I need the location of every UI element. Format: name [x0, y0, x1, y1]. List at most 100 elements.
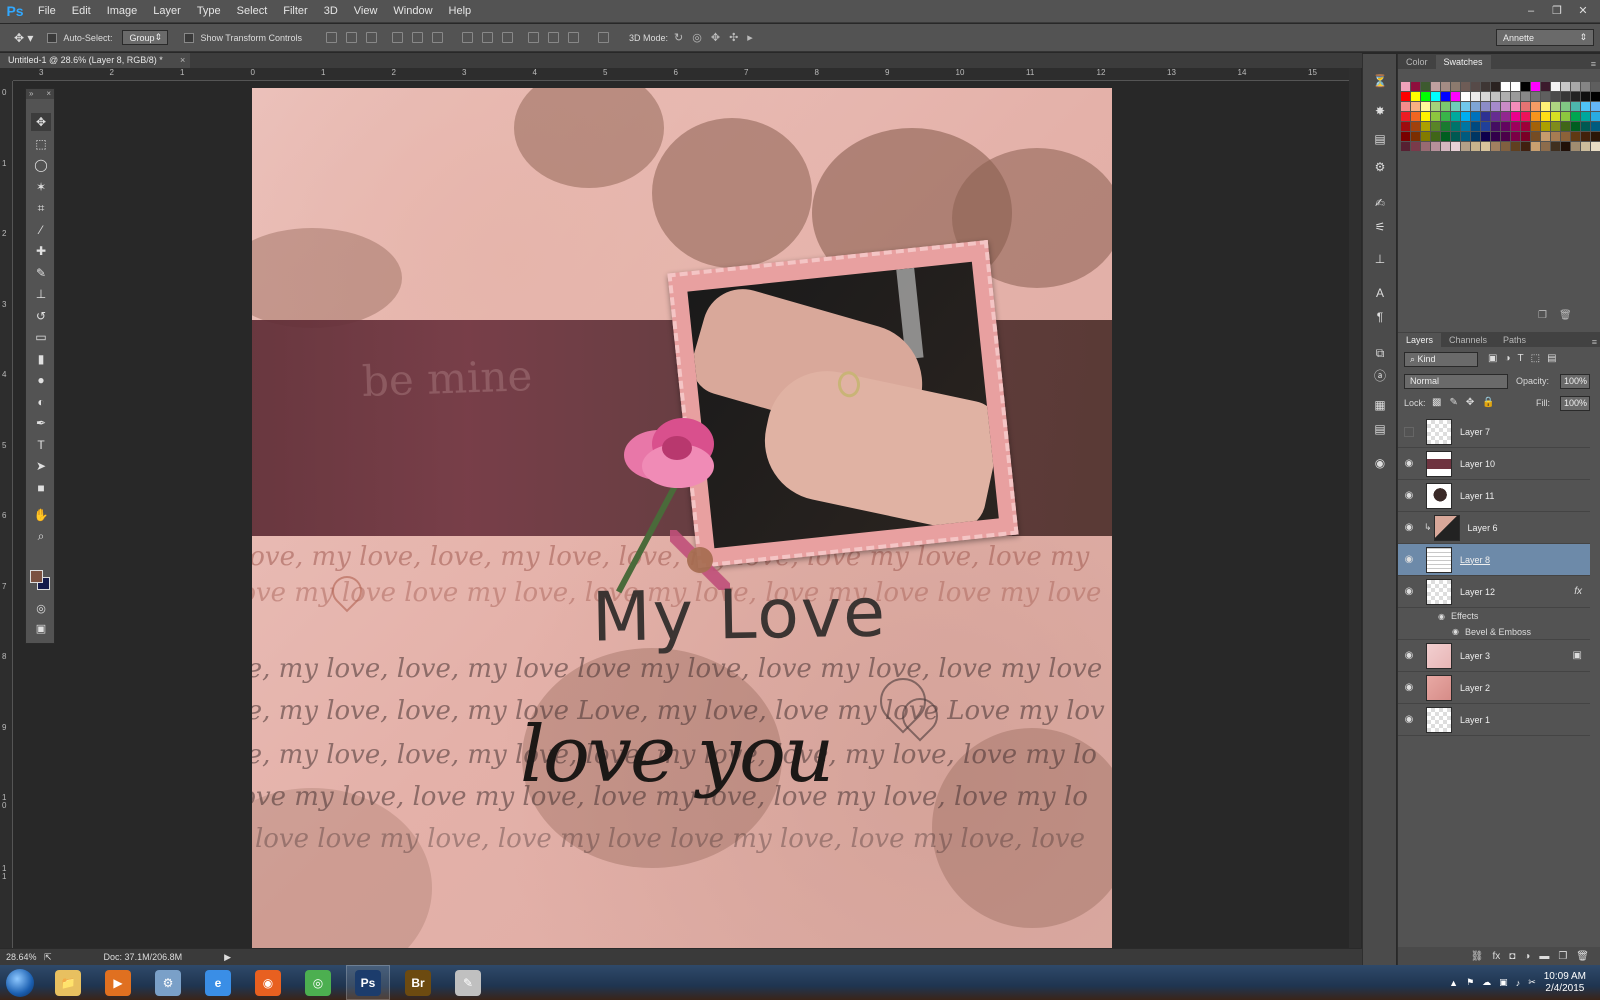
zoom-level[interactable]: 28.64% [0, 952, 40, 962]
color-swatch[interactable] [1471, 142, 1480, 151]
color-swatch[interactable] [1551, 102, 1560, 111]
delete-layer-icon[interactable]: 🗑 [1576, 951, 1589, 962]
add-mask-icon[interactable]: ◘ [1509, 951, 1515, 962]
color-swatch[interactable] [1581, 142, 1590, 151]
color-swatch[interactable] [1401, 102, 1410, 111]
menu-layer[interactable]: Layer [145, 0, 189, 23]
color-swatch[interactable] [1541, 112, 1550, 121]
cloud-icon[interactable]: ☁ [1482, 977, 1491, 988]
lock-all-icon[interactable]: 🔒 [1482, 397, 1494, 408]
path-selection-tool[interactable]: ➤ [31, 457, 51, 475]
document-tab[interactable]: Untitled-1 @ 28.6% (Layer 8, RGB/8) * × [0, 53, 190, 68]
layer-effects-row[interactable]: ◉ Effects [1398, 608, 1590, 624]
color-swatch[interactable] [1511, 132, 1520, 141]
visibility-eye-icon[interactable]: ◉ [1398, 714, 1420, 725]
color-swatch[interactable] [1531, 112, 1540, 121]
align-top-icon[interactable] [326, 32, 337, 43]
color-swatch[interactable] [1411, 142, 1420, 151]
color-swatch[interactable] [1551, 142, 1560, 151]
visibility-eye-icon[interactable]: ◉ [1398, 522, 1420, 533]
color-swatch[interactable] [1451, 132, 1460, 141]
color-swatch[interactable] [1451, 82, 1460, 91]
3d-rotate-icon[interactable]: ↻ [674, 31, 683, 44]
color-swatch[interactable] [1441, 92, 1450, 101]
menu-file[interactable]: File [30, 0, 64, 23]
color-swatch[interactable] [1411, 122, 1420, 131]
tray-expand-icon[interactable]: ▲ [1449, 978, 1458, 988]
color-swatch[interactable] [1501, 92, 1510, 101]
tab-layers[interactable]: Layers [1398, 333, 1442, 347]
align-hcenter-icon[interactable] [412, 32, 423, 43]
color-swatch[interactable] [1411, 132, 1420, 141]
color-swatch[interactable] [1411, 112, 1420, 121]
color-swatch[interactable] [1501, 112, 1510, 121]
layer-fx-badge[interactable]: fx [1574, 586, 1582, 597]
color-swatch[interactable] [1461, 142, 1470, 151]
color-swatch[interactable] [1521, 112, 1530, 121]
color-swatch[interactable] [1501, 122, 1510, 131]
color-swatch[interactable] [1461, 82, 1470, 91]
hand-tool[interactable]: ✋ [31, 506, 51, 524]
blend-mode-dropdown[interactable]: Normal [1404, 374, 1508, 389]
color-swatch[interactable] [1481, 92, 1490, 101]
color-swatch[interactable] [1451, 142, 1460, 151]
color-swatch[interactable] [1591, 142, 1600, 151]
color-swatch[interactable] [1551, 82, 1560, 91]
ruler-origin[interactable] [0, 68, 13, 81]
brush-presets-icon[interactable]: ✍ [1370, 194, 1390, 212]
paragraph-panel-icon[interactable]: ¶ [1370, 308, 1390, 326]
visibility-eye-icon[interactable] [1404, 426, 1414, 437]
adjustment-layer-icon[interactable]: ◑ [1524, 951, 1530, 962]
color-swatch[interactable] [1481, 112, 1490, 121]
status-menu-arrow-icon[interactable]: ▶ [224, 952, 231, 963]
color-swatch[interactable] [1571, 112, 1580, 121]
3d-slide-icon[interactable]: ✣ [729, 31, 738, 44]
3d-pan-icon[interactable]: ✥ [711, 31, 720, 44]
color-swatch[interactable] [1451, 122, 1460, 131]
crop-tool[interactable]: ⌗ [31, 199, 51, 217]
minimize-button[interactable]: – [1520, 2, 1542, 19]
color-swatch[interactable] [1511, 92, 1520, 101]
close-button[interactable]: ✕ [1572, 2, 1594, 19]
color-swatch[interactable] [1591, 112, 1600, 121]
layer-row[interactable]: Layer 7 [1398, 416, 1590, 448]
styles-panel-icon[interactable]: ⓐ [1370, 366, 1390, 384]
layer-row[interactable]: ◉ Layer 10 [1398, 448, 1590, 480]
color-swatch[interactable] [1431, 132, 1440, 141]
move-tool[interactable]: ✥ [31, 113, 51, 131]
filter-shape-icon[interactable]: ⬚ [1531, 353, 1540, 364]
eyedropper-tool[interactable]: ⁄ [31, 221, 51, 239]
auto-align-icon[interactable] [598, 32, 609, 43]
color-swatch[interactable] [1561, 132, 1570, 141]
menu-3d[interactable]: 3D [316, 0, 346, 23]
menu-help[interactable]: Help [441, 0, 480, 23]
menu-window[interactable]: Window [385, 0, 440, 23]
color-swatch[interactable] [1491, 112, 1500, 121]
color-swatch[interactable] [1421, 112, 1430, 121]
color-swatch[interactable] [1481, 122, 1490, 131]
notes-panel-icon[interactable]: ▤ [1370, 420, 1390, 438]
color-swatch[interactable] [1491, 92, 1500, 101]
color-swatch[interactable] [1571, 82, 1580, 91]
color-swatch[interactable] [1481, 102, 1490, 111]
move-tool-preset-icon[interactable]: ✥ ▾ [14, 31, 33, 45]
menu-filter[interactable]: Filter [275, 0, 315, 23]
color-swatch[interactable] [1551, 122, 1560, 131]
color-swatch[interactable] [1411, 102, 1420, 111]
color-swatch[interactable] [1471, 82, 1480, 91]
layer-comps-icon[interactable]: ⧉ [1370, 344, 1390, 362]
color-swatch[interactable] [1581, 122, 1590, 131]
layer-row[interactable]: ◉ Layer 1 [1398, 704, 1590, 736]
color-swatch[interactable] [1521, 92, 1530, 101]
color-swatch[interactable] [1441, 142, 1450, 151]
visibility-eye-icon[interactable]: ◉ [1398, 650, 1420, 661]
color-swatch[interactable] [1521, 142, 1530, 151]
media-player-app[interactable]: ▶ [96, 965, 140, 1000]
color-swatch[interactable] [1581, 82, 1590, 91]
bridge-app[interactable]: Br [396, 965, 440, 1000]
panel-menu-icon[interactable]: ≡ [1592, 337, 1600, 347]
color-swatch[interactable] [1501, 102, 1510, 111]
color-swatch[interactable] [1541, 132, 1550, 141]
3d-roll-icon[interactable]: ◎ [692, 31, 702, 44]
color-swatch[interactable] [1571, 142, 1580, 151]
